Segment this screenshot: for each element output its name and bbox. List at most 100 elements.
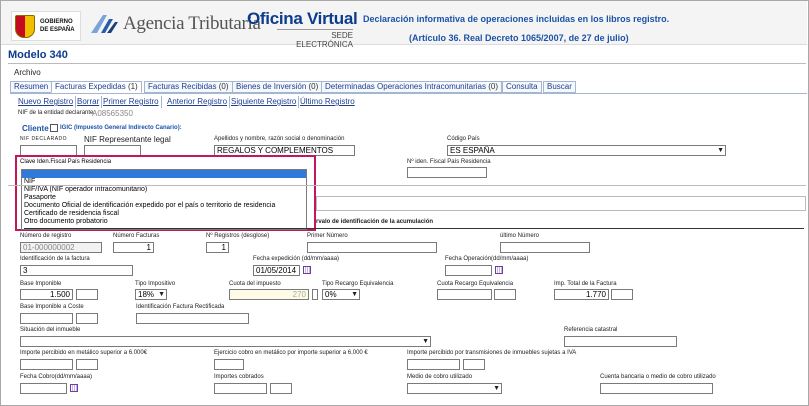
importe-metalico-decimals[interactable] xyxy=(76,359,98,370)
codigo-pais-select[interactable]: ES ESPAÑA ▼ xyxy=(447,145,726,156)
ident-factura-input[interactable]: 3 xyxy=(20,265,133,276)
tab-consulta[interactable]: Consulta xyxy=(502,81,542,93)
ref-catastral-input[interactable] xyxy=(564,336,677,347)
divider xyxy=(24,228,804,229)
num-facturas-input[interactable]: 1 xyxy=(113,242,154,253)
office-title: Oficina Virtual xyxy=(247,9,358,28)
tab-resumen[interactable]: Resumen xyxy=(10,81,53,93)
clave-options-list[interactable]: NIF NIF/IVA (NIF operador intracomunitar… xyxy=(21,169,307,230)
calendar-icon[interactable] xyxy=(495,266,503,274)
nif-rep-label: NIF Representante legal xyxy=(84,135,171,144)
ultimo-registro-link[interactable]: Último Registro xyxy=(298,96,357,108)
base-coste-label: Base Imponible a Coste xyxy=(20,304,84,310)
tab-facturas-expedidas[interactable]: Facturas Expedidas (1) xyxy=(51,81,142,93)
calendar-icon[interactable] xyxy=(303,266,311,274)
tipo-recargo-select[interactable]: 0% ▼ xyxy=(322,289,360,300)
tipo-impositivo-label: Tipo Impositivo xyxy=(135,281,176,287)
calendar-icon[interactable] xyxy=(70,384,78,392)
tab-label: Facturas Expedidas xyxy=(55,82,126,91)
siguiente-registro-link[interactable]: Siguiente Registro xyxy=(229,96,300,108)
gobierno-text: GOBIERNO DE ESPAÑA xyxy=(40,19,75,33)
tab-bienes-inversion[interactable]: Bienes de Inversión (0) xyxy=(232,81,323,93)
tab-label: Buscar xyxy=(547,82,572,91)
primer-registro-link[interactable]: Primer Registro xyxy=(101,96,162,108)
gobierno-logo: GOBIERNO DE ESPAÑA xyxy=(11,11,81,41)
clave-label: Clave Iden.Fiscal País Residencia xyxy=(20,159,112,165)
base-imponible-label: Base Imponible xyxy=(20,281,62,287)
cuota-recargo-label: Cuota Recargo Equivalencia xyxy=(437,281,514,287)
declaration-subtitle: (Artículo 36. Real Decreto 1065/2007, de… xyxy=(409,33,629,43)
menu-archivo[interactable]: Archivo xyxy=(14,68,41,77)
n-registros-input[interactable]: 1 xyxy=(206,242,229,253)
num-facturas-label: Número Facturas xyxy=(113,233,160,239)
importe-metalico-input[interactable] xyxy=(20,359,73,370)
tab-facturas-recibidas[interactable]: Facturas Recibidas (0) xyxy=(144,81,233,93)
n-iden-input[interactable] xyxy=(407,167,487,178)
primer-numero-label: Primer Número xyxy=(307,233,348,239)
cuota-recargo-input[interactable] xyxy=(437,289,492,300)
num-registro-label: Número de registro xyxy=(20,233,72,239)
tab-label: Determinadas Operaciones Intracomunitari… xyxy=(325,82,486,91)
cuota-decimals[interactable] xyxy=(312,289,318,300)
tab-buscar[interactable]: Buscar xyxy=(543,81,576,93)
base-coste-input[interactable] xyxy=(20,313,73,324)
imp-total-decimals[interactable] xyxy=(611,289,633,300)
tab-count: (1) xyxy=(127,82,138,91)
situacion-select[interactable]: ▼ xyxy=(20,336,431,347)
option-documento-oficial[interactable]: Documento Oficial de identificación expe… xyxy=(22,202,306,210)
section-box xyxy=(316,196,806,211)
num-registro-input[interactable]: 01-000000002 xyxy=(20,242,102,253)
ultimo-numero-input[interactable] xyxy=(500,242,590,253)
codigo-pais-value: ES ESPAÑA xyxy=(450,146,495,155)
aeat-logo-icon xyxy=(91,15,118,33)
nif-entity-value: A08565350 xyxy=(92,109,133,118)
n-registros-label: Nº Registros (desglose) xyxy=(206,233,270,239)
borrar-link[interactable]: Borrar xyxy=(75,96,103,108)
cuota-label: Cuota del impuesto xyxy=(229,281,281,287)
igic-checkbox[interactable] xyxy=(50,124,58,132)
imp-total-input[interactable]: 1.770 xyxy=(554,289,609,300)
divider xyxy=(8,63,806,64)
option-certificado-residencia[interactable]: Certificado de residencia fiscal xyxy=(22,210,306,218)
tab-label: Resumen xyxy=(14,82,49,91)
tab-operaciones-intracomunitarias[interactable]: Determinadas Operaciones Intracomunitari… xyxy=(321,81,502,93)
medio-cobro-select[interactable]: ▼ xyxy=(407,383,502,394)
importes-cobrados-label: Importes cobrados xyxy=(214,374,264,380)
importes-cobrados-input[interactable] xyxy=(214,383,267,394)
primer-numero-input[interactable] xyxy=(307,242,437,253)
fecha-exp-input[interactable]: 01/05/2014 xyxy=(253,265,300,276)
ident-rect-input[interactable] xyxy=(136,313,249,324)
anterior-registro-link[interactable]: Anterior Registro xyxy=(165,96,231,108)
cuota-input[interactable]: 270 xyxy=(229,289,309,300)
model-title: Modelo 340 xyxy=(8,49,68,61)
option-otro-documento[interactable]: Otro documento probatorio xyxy=(22,218,306,226)
fecha-op-input[interactable] xyxy=(445,265,492,276)
coat-of-arms-icon xyxy=(15,15,35,38)
base-imponible-decimals[interactable] xyxy=(76,289,98,300)
fecha-cobro-label: Fecha Cobro(dd/mm/aaaa) xyxy=(20,374,93,380)
importes-cobrados-decimals[interactable] xyxy=(270,383,292,394)
importe-metalico-label: Importe percibido en metálico superior a… xyxy=(20,350,148,356)
importe-trans-input[interactable] xyxy=(407,359,460,370)
base-imponible-input[interactable]: 1.500 xyxy=(20,289,73,300)
office-subtitle: SEDE ELECTRÓNICA xyxy=(277,29,353,49)
option-nif-iva[interactable]: NIF/IVA (NIF operador intracomunitario) xyxy=(22,186,306,194)
fecha-cobro-input[interactable] xyxy=(20,383,67,394)
importe-trans-decimals[interactable] xyxy=(463,359,485,370)
base-coste-decimals[interactable] xyxy=(76,313,98,324)
option-pasaporte[interactable]: Pasaporte xyxy=(22,194,306,202)
ultimo-numero-label: último Número xyxy=(500,233,540,239)
agency-name: Agencia Tributaria xyxy=(123,13,261,34)
clave-iden-dropdown[interactable]: Clave Iden.Fiscal País Residencia NIF NI… xyxy=(15,155,316,231)
cuenta-input[interactable] xyxy=(600,383,713,394)
ejercicio-cobro-input[interactable] xyxy=(214,359,244,370)
cuota-recargo-decimals[interactable] xyxy=(494,289,516,300)
situacion-label: Situación del inmueble xyxy=(20,327,81,333)
igic-label: IGIC (Impuesto General Indirecto Canario… xyxy=(60,125,182,131)
imp-total-label: Imp. Total de la Factura xyxy=(554,281,617,287)
nuevo-registro-link[interactable]: Nuevo Registro xyxy=(16,96,77,108)
cuenta-label: Cuenta bancaria o medio de cobro utiliza… xyxy=(600,374,716,380)
option-empty[interactable] xyxy=(22,170,306,178)
tipo-impositivo-select[interactable]: 18% ▼ xyxy=(135,289,167,300)
tab-label: Bienes de Inversión xyxy=(236,82,307,91)
